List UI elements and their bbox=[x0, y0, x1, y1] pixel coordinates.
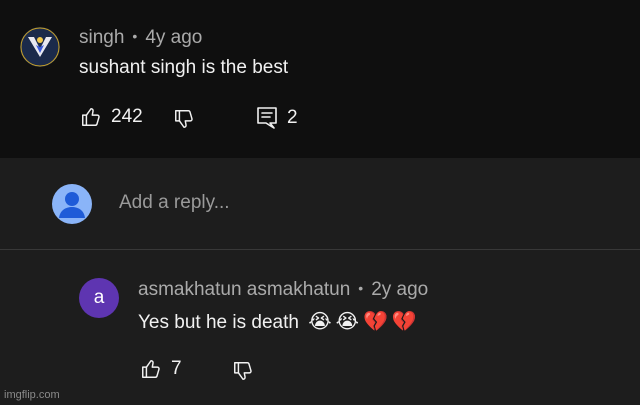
comment-text: sushant singh is the best bbox=[79, 57, 289, 78]
user-avatar bbox=[52, 184, 92, 224]
thumbs-down-icon bbox=[173, 108, 195, 130]
reply-time: 2y ago bbox=[371, 279, 429, 300]
commenter-avatar[interactable] bbox=[20, 27, 60, 67]
comment-section bbox=[0, 0, 640, 158]
reply-count: 2 bbox=[287, 107, 298, 128]
comment-time: 4y ago bbox=[145, 27, 203, 48]
like-count: 242 bbox=[111, 106, 143, 127]
meta-separator: • bbox=[132, 28, 138, 44]
reply-author[interactable]: asmakhatun asmakhatun bbox=[138, 279, 350, 300]
thumbs-up-icon bbox=[140, 358, 162, 380]
reply-meta: asmakhatun asmakhatun • 2y ago bbox=[138, 279, 428, 301]
broken-heart-emoji: 💔 bbox=[362, 311, 388, 333]
reply-like-count: 7 bbox=[171, 358, 182, 379]
thumbs-down-icon bbox=[232, 360, 254, 382]
reply-text-line: Yes but he is death 😭 😭 💔 💔 bbox=[138, 309, 417, 334]
reply-avatar[interactable]: a bbox=[79, 278, 119, 318]
reply-text: Yes but he is death bbox=[138, 312, 299, 333]
replies-button[interactable]: 2 bbox=[256, 106, 298, 130]
meta-separator: • bbox=[358, 280, 364, 296]
comment-author[interactable]: singh bbox=[79, 27, 124, 48]
reply-input[interactable]: Add a reply... bbox=[119, 192, 230, 214]
dislike-button[interactable] bbox=[173, 108, 195, 130]
thumbs-up-icon bbox=[80, 106, 102, 128]
reply-like-button[interactable]: 7 bbox=[140, 358, 182, 380]
comment-icon bbox=[256, 106, 278, 130]
broken-heart-emoji: 💔 bbox=[391, 311, 417, 333]
like-button[interactable]: 242 bbox=[80, 106, 143, 128]
watermark: imgflip.com bbox=[4, 389, 60, 401]
loudly-crying-emoji: 😭 bbox=[308, 311, 332, 333]
comment-meta: singh • 4y ago bbox=[79, 27, 202, 49]
reply-dislike-button[interactable] bbox=[232, 360, 254, 382]
reply-input-section bbox=[0, 158, 640, 250]
loudly-crying-emoji: 😭 bbox=[335, 311, 359, 333]
